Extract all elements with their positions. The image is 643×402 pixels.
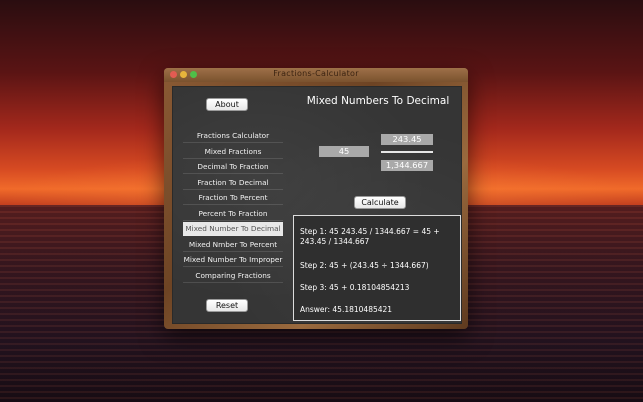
page-title: Mixed Numbers To Decimal [306,95,450,107]
window-title: Fractions-Calculator [273,69,359,78]
sidebar-item-comparing-fractions[interactable]: Comparing Fractions [183,269,283,283]
title-bar[interactable]: Fractions-Calculator [164,68,468,82]
sidebar-item-fraction-to-percent[interactable]: Fraction To Percent [183,191,283,205]
result-panel: Step 1: 45 243.45 / 1344.667 = 45 + 243.… [293,215,461,321]
reset-button[interactable]: Reset [206,299,248,312]
denominator-input[interactable]: 1,344.667 [381,160,433,171]
sidebar-item-percent-to-fraction[interactable]: Percent To Fraction [183,207,283,221]
sidebar-item-mixed-number-to-percent[interactable]: Mixed Nmber To Percent [183,238,283,252]
calculate-button[interactable]: Calculate [354,196,406,209]
result-answer: Answer: 45.1810485421 [300,305,393,314]
whole-number-input[interactable]: 45 [319,146,369,157]
sidebar-item-mixed-number-to-improper[interactable]: Mixed Number To Improper [183,253,283,267]
numerator-input[interactable]: 243.45 [381,134,433,145]
fraction-bar [381,151,433,153]
sidebar-item-fractions-calculator[interactable]: Fractions Calculator [183,129,283,143]
result-step-1: Step 1: 45 243.45 / 1344.667 = 45 + 243.… [300,227,440,246]
sidebar-item-decimal-to-fraction[interactable]: Decimal To Fraction [183,160,283,174]
about-button[interactable]: About [206,98,248,111]
result-step-3: Step 3: 45 + 0.18104854213 [300,283,410,292]
result-step-2: Step 2: 45 + (243.45 ÷ 1344.667) [300,261,429,270]
sidebar-item-fraction-to-decimal[interactable]: Fraction To Decimal [183,176,283,190]
chalkboard-panel: About Fractions Calculator Mixed Fractio… [172,86,462,324]
app-window: Fractions-Calculator About Fractions Cal… [164,68,468,329]
sidebar-item-mixed-number-to-decimal[interactable]: Mixed Number To Decimal [183,222,283,236]
sidebar-item-mixed-fractions[interactable]: Mixed Fractions [183,145,283,159]
